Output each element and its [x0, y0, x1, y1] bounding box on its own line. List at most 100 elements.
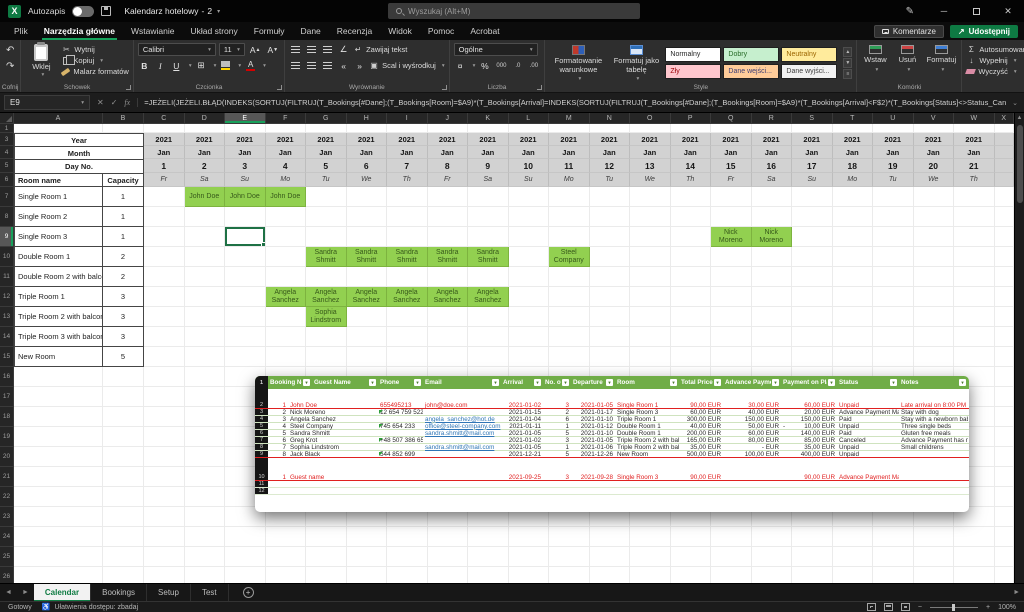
grid-cell[interactable]: [630, 547, 671, 567]
filter-icon[interactable]: ▾: [890, 379, 897, 386]
zoom-level[interactable]: 100%: [998, 604, 1016, 611]
calendar-header-cell[interactable]: Jan: [509, 146, 550, 159]
day-cell[interactable]: [914, 347, 955, 367]
calendar-header-cell[interactable]: Jan: [833, 146, 874, 159]
day-cell[interactable]: [995, 227, 1015, 247]
filter-icon[interactable]: ▾: [492, 379, 499, 386]
gallery-up-button[interactable]: ▲: [843, 47, 852, 57]
day-cell[interactable]: [671, 347, 712, 367]
row-header-8[interactable]: 8: [0, 207, 14, 227]
column-header-E[interactable]: E: [225, 113, 266, 124]
grid-cell[interactable]: [995, 487, 1015, 507]
calendar-header-cell[interactable]: Jan: [752, 146, 793, 159]
align-right-button[interactable]: [321, 59, 334, 72]
day-cell[interactable]: [752, 327, 793, 347]
row-header-23[interactable]: 23: [0, 507, 14, 527]
booking-cell[interactable]: John Doe: [225, 187, 266, 207]
day-cell[interactable]: [306, 227, 347, 247]
column-header-S[interactable]: S: [792, 113, 833, 124]
grid-cell[interactable]: [347, 547, 388, 567]
day-cell[interactable]: [428, 327, 469, 347]
page-break-view-button[interactable]: [901, 603, 910, 611]
booking-cell[interactable]: Sandra Shmitt: [387, 247, 428, 267]
redo-button[interactable]: ↷: [6, 61, 14, 73]
day-cell[interactable]: [549, 307, 590, 327]
prev-sheet-button[interactable]: ◄: [0, 589, 17, 596]
calendar-header-cell[interactable]: 2021: [914, 133, 955, 146]
grid-cell[interactable]: [671, 124, 712, 133]
day-cell[interactable]: [428, 347, 469, 367]
day-cell[interactable]: [914, 307, 955, 327]
bookings-row[interactable]: 101Guest name2021-09-2532021-09-28Single…: [255, 474, 969, 481]
grid-cell[interactable]: [347, 567, 388, 583]
gallery-more-button[interactable]: ≡: [843, 69, 852, 79]
booking-cell[interactable]: John Doe: [185, 187, 226, 207]
day-cell[interactable]: [671, 247, 712, 267]
grid-cell[interactable]: [225, 527, 266, 547]
calendar-header-cell[interactable]: Jan: [468, 146, 509, 159]
day-cell[interactable]: [347, 227, 388, 247]
grid-cell[interactable]: [14, 467, 103, 487]
filter-icon[interactable]: ▾: [670, 379, 677, 386]
grid-cell[interactable]: [468, 547, 509, 567]
row-header-25[interactable]: 25: [0, 547, 14, 567]
grid-cell[interactable]: [144, 427, 185, 447]
grid-cell[interactable]: [752, 567, 793, 583]
day-cell[interactable]: [266, 347, 307, 367]
grid-cell[interactable]: [14, 124, 103, 133]
day-cell[interactable]: [590, 307, 631, 327]
scrollbar-thumb[interactable]: [1017, 125, 1023, 203]
add-sheet-button[interactable]: +: [243, 587, 254, 598]
row-header-9[interactable]: 9: [0, 227, 14, 247]
day-cell[interactable]: [144, 327, 185, 347]
calendar-header-cell[interactable]: 2021: [630, 133, 671, 146]
decrease-font-button[interactable]: A▼: [265, 43, 280, 56]
grid-cell[interactable]: [630, 527, 671, 547]
dialog-launcher-icon[interactable]: [442, 85, 447, 90]
restore-button[interactable]: [960, 0, 992, 22]
hscroll-right-icon[interactable]: ►: [1013, 589, 1024, 596]
day-cell[interactable]: [671, 287, 712, 307]
bookings-column-header[interactable]: Advance Payment▾: [723, 379, 781, 386]
day-cell[interactable]: [995, 347, 1015, 367]
calendar-header-cell[interactable]: 2021: [428, 133, 469, 146]
calendar-header-cell[interactable]: 16: [752, 159, 793, 173]
column-header-J[interactable]: J: [428, 113, 469, 124]
format-as-table-button[interactable]: Formatuj jako tabelę▾: [611, 43, 661, 83]
column-header-L[interactable]: L: [509, 113, 550, 124]
calendar-header-cell[interactable]: 2021: [549, 133, 590, 146]
grid-cell[interactable]: [266, 124, 307, 133]
day-cell[interactable]: [347, 267, 388, 287]
autosum-button[interactable]: ΣAutosumowanie▾: [966, 45, 1024, 54]
day-cell[interactable]: [954, 247, 995, 267]
day-cell[interactable]: [873, 267, 914, 287]
column-header-X[interactable]: X: [995, 113, 1015, 124]
day-cell[interactable]: [914, 327, 955, 347]
grid-cell[interactable]: [144, 124, 185, 133]
day-cell[interactable]: [873, 207, 914, 227]
grid-cell[interactable]: [387, 124, 428, 133]
grid-cell[interactable]: [225, 567, 266, 583]
day-cell[interactable]: [711, 287, 752, 307]
calendar-header-cell[interactable]: 2021: [833, 133, 874, 146]
grid-cell[interactable]: [995, 547, 1015, 567]
row-header-24[interactable]: 24: [0, 527, 14, 547]
grid-cell[interactable]: [914, 124, 955, 133]
calendar-header-cell[interactable]: Jan: [792, 146, 833, 159]
sheet-tab-setup[interactable]: Setup: [147, 584, 191, 602]
row-header-3[interactable]: 3: [0, 133, 14, 146]
bookings-column-header[interactable]: Departure▾: [571, 379, 615, 386]
calendar-header-cell[interactable]: 2021: [873, 133, 914, 146]
formula-input[interactable]: =JEŻELI(JEŻELI.BŁĄD(INDEKS(SORTUJ(FILTRU…: [144, 98, 1006, 107]
day-cell[interactable]: [995, 247, 1015, 267]
zoom-in-button[interactable]: +: [986, 604, 990, 611]
calendar-header-cell[interactable]: 21: [954, 159, 995, 173]
column-header-K[interactable]: K: [468, 113, 509, 124]
day-cell[interactable]: [144, 347, 185, 367]
grid-cell[interactable]: [752, 527, 793, 547]
day-cell[interactable]: [509, 267, 550, 287]
accessibility-status[interactable]: ♿ Ułatwienia dostępu: zbadaj: [42, 603, 138, 611]
day-cell[interactable]: [792, 247, 833, 267]
calendar-header-cell[interactable]: Jan: [387, 146, 428, 159]
row-header-20[interactable]: 20: [0, 447, 14, 467]
